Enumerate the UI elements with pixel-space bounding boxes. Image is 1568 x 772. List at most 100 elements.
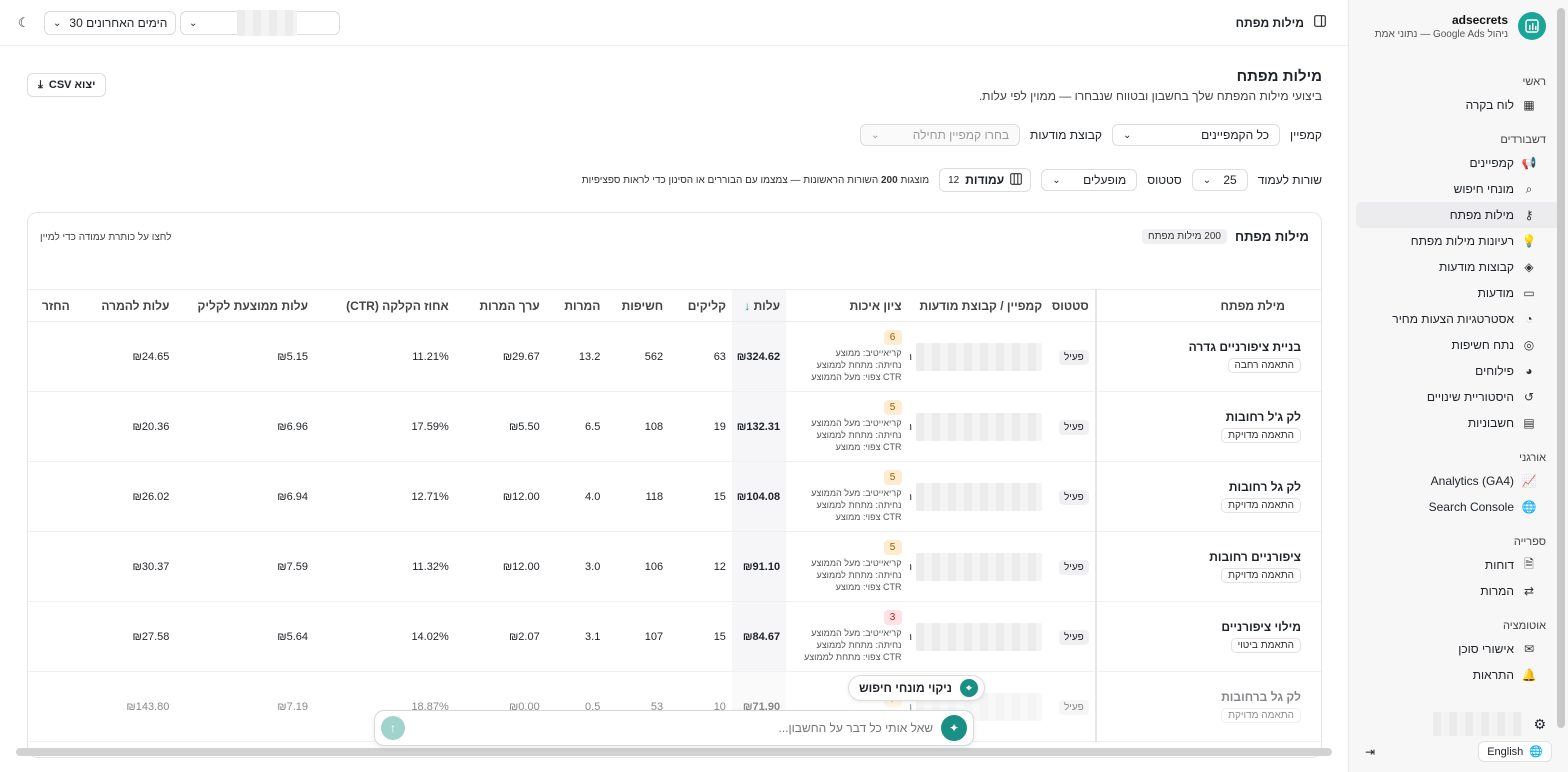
chevron-down-icon: ⌄	[53, 17, 62, 29]
horizontal-scrollbar[interactable]	[16, 748, 1332, 756]
header-cost[interactable]: עלות ↓	[731, 289, 787, 322]
moon-icon[interactable]: ☾	[18, 15, 30, 31]
sidebar-item[interactable]: ◕ פילוחים	[1356, 358, 1560, 384]
table-row[interactable]: בניית ציפורניים גדרה התאמה רחבה פעיל ת ה…	[28, 321, 1321, 392]
header-conversions[interactable]: המרות	[545, 289, 607, 322]
table-row[interactable]: לק ג'ל רחובות התאמה מדויקת פעיל ת החיפוש…	[28, 391, 1321, 462]
table-row[interactable]: מילוי ציפורניים התאמת ביטוי פעיל ת החיפו…	[28, 601, 1321, 672]
keyword-text[interactable]: לק גל ברחובות	[1103, 690, 1301, 704]
header-avg-cpc[interactable]: עלות ממוצעת לקליק	[175, 289, 314, 322]
page-subtitle: ביצועי מילות המפתח שלך בחשבון ובטווח שנב…	[978, 89, 1322, 103]
status-select[interactable]: מופעלים ⌄	[1041, 169, 1138, 191]
date-range-select[interactable]: ⌄ 30 הימים האחרונים	[44, 11, 177, 35]
user-account[interactable]: ⚙	[1433, 712, 1546, 736]
header-impressions[interactable]: חשיפות	[606, 289, 670, 322]
ctr-value: 11.21%	[412, 350, 449, 363]
sidebar-item[interactable]: 🌐 Search Console	[1356, 494, 1560, 520]
sidebar-item[interactable]: ⚷ מילות מפתח	[1356, 202, 1560, 228]
table-row[interactable]: לק גל רחובות התאמה מדויקת פעיל ת החיפוש …	[28, 461, 1321, 532]
search-icon: ⌕	[1525, 181, 1533, 196]
sidebar-item[interactable]: 🗎 דוחות	[1356, 552, 1560, 578]
sidebar-item[interactable]: 💡 רעיונות מילות מפתח	[1356, 228, 1560, 254]
chevron-down-icon: ⌄	[1202, 174, 1212, 186]
vertical-scrollbar[interactable]	[1557, 8, 1565, 728]
logout-icon[interactable]: ⇥	[1365, 745, 1375, 759]
quality-detail-line: CTR צפוי: ממוצע	[835, 582, 902, 592]
sidebar-item-label: נתח חשיפות	[1451, 338, 1514, 352]
campaign-filters: קמפיין כל הקמפיינים ⌄ קבוצת מודעות בחרו …	[860, 124, 1322, 146]
sidebar-item[interactable]: ◎ נתח חשיפות	[1356, 332, 1560, 358]
assistant-input[interactable]	[405, 721, 941, 735]
table-row[interactable]: ציפורניים רחובות התאמה מדויקת פעיל ת החי…	[28, 531, 1321, 602]
avg-cpc-value: ₪5.64	[277, 630, 308, 643]
status-badge: פעיל	[1058, 559, 1089, 575]
chevron-down-icon: ⌄	[871, 129, 880, 141]
header-conversion-value[interactable]: ערך המרות	[454, 289, 546, 322]
send-button[interactable]: ↑	[381, 716, 405, 740]
language-button[interactable]: English 🌐	[1478, 741, 1552, 762]
sidebar-item[interactable]: ⌕ מונחי חיפוש	[1356, 176, 1560, 202]
sidebar: adsecrets ניהול Google Ads — נתוני אמת ר…	[1348, 0, 1568, 772]
sidebar-item[interactable]: ✉ אישורי סוכן	[1356, 636, 1560, 662]
cost-value: ₪84.67	[742, 630, 781, 643]
sidebar-item[interactable]: ▭ מודעות	[1356, 280, 1560, 306]
document-icon: 🗎	[1524, 556, 1534, 571]
adgroup-filter-label: קבוצת מודעות	[1030, 128, 1102, 142]
date-range-label: 30 הימים האחרונים	[69, 16, 168, 30]
bell-icon: 🔔	[1521, 668, 1537, 682]
sidebar-item[interactable]: ↺ היסטוריית שינויים	[1356, 384, 1560, 410]
adgroup-select[interactable]: בחרו קמפיין תחילה ⌄	[860, 124, 1021, 146]
header-keyword[interactable]: מילת מפתח	[1094, 289, 1321, 322]
sidebar-item[interactable]: ◔ אסטרטגיות הצעות מחיר	[1356, 306, 1560, 332]
settings-icon[interactable]: ⚙	[1533, 716, 1546, 733]
match-type-badge: התאמה מדויקת	[1221, 428, 1301, 443]
sidebar-nav: ראשי ▦ לוח בקרה דשבורדים 📢 קמפיינים ⌕ מונחי חיפ…	[1356, 60, 1568, 688]
rows-per-page-select[interactable]: 25 ⌄	[1191, 169, 1248, 191]
sidebar-item-label: מודעות	[1477, 286, 1514, 300]
keyword-text[interactable]: מילוי ציפורניים	[1103, 620, 1301, 634]
sparkles-icon[interactable]: ✦	[941, 715, 967, 741]
cost-per-conversion-value: ₪30.37	[132, 560, 170, 573]
campaign-select[interactable]: כל הקמפיינים ⌄	[1112, 124, 1280, 146]
keyword-text[interactable]: ציפורניים רחובות	[1103, 550, 1301, 564]
sidebar-item[interactable]: 📈 Analytics (GA4)	[1356, 468, 1560, 494]
quality-detail-line: CTR צפוי: מתחת לממוצע	[803, 652, 902, 662]
status-badge: פעיל	[1058, 419, 1089, 435]
cost-value: ₪91.10	[742, 560, 781, 573]
columns-label: עמודות	[965, 173, 1005, 187]
columns-button[interactable]: עמודות 12	[939, 168, 1032, 192]
header-clicks[interactable]: קליקים	[669, 289, 732, 322]
card-title: מילות מפתח 200 מילות מפתח	[1142, 229, 1309, 244]
sidebar-item[interactable]: ◈ קבוצות מודעות	[1356, 254, 1560, 280]
sidebar-item[interactable]: ⇄ המרות	[1356, 578, 1560, 604]
target-icon: ◎	[1523, 338, 1535, 352]
match-type-badge: התאמה מדויקת	[1221, 708, 1301, 723]
campaign-name: ת החיפוש - 2...	[910, 490, 913, 502]
cost-per-conversion-value: ₪20.36	[132, 420, 170, 433]
keyword-text[interactable]: בניית ציפורניים גדרה	[1103, 340, 1301, 354]
export-csv-button[interactable]: יצוא CSV ⤓	[27, 73, 107, 97]
sidebar-item[interactable]: 📢 קמפיינים	[1356, 150, 1560, 176]
avg-cpc-value: ₪7.59	[277, 560, 308, 573]
sidebar-item-label: Search Console	[1428, 500, 1514, 514]
header-status[interactable]: סטטוס	[1048, 289, 1096, 322]
header-ctr[interactable]: אחוז הקלקה (CTR)	[313, 289, 455, 322]
topbar-page-label: מילות מפתח	[1236, 15, 1326, 30]
brand[interactable]: adsecrets ניהול Google Ads — נתוני אמת	[1375, 12, 1546, 40]
sidebar-item[interactable]: ▤ חשבוניות	[1356, 410, 1560, 436]
sidebar-item[interactable]: 🔔 התראות	[1356, 662, 1560, 688]
account-select[interactable]: ⌄	[180, 10, 340, 36]
keyword-text[interactable]: לק ג'ל רחובות	[1103, 410, 1301, 424]
header-campaign[interactable]: קמפיין / קבוצת מודעות	[909, 289, 1049, 322]
suggestion-chip[interactable]: ניקוי מונחי חיפוש ⌖	[848, 675, 985, 701]
header-roas[interactable]: החזר	[28, 289, 76, 322]
sidebar-toggle-icon[interactable]	[1314, 15, 1326, 30]
impressions-value: 108	[644, 420, 664, 433]
pie-icon: ◕	[1525, 364, 1533, 378]
sidebar-item[interactable]: ▦ לוח בקרה	[1356, 92, 1560, 118]
keyword-count-badge: 200 מילות מפתח	[1142, 229, 1227, 244]
ctr-value: 11.32%	[412, 560, 449, 573]
header-cost-per-conversion[interactable]: עלות להמרה	[75, 289, 176, 322]
keyword-text[interactable]: לק גל רחובות	[1103, 480, 1301, 494]
header-quality-score[interactable]: ציון איכות	[786, 289, 910, 322]
